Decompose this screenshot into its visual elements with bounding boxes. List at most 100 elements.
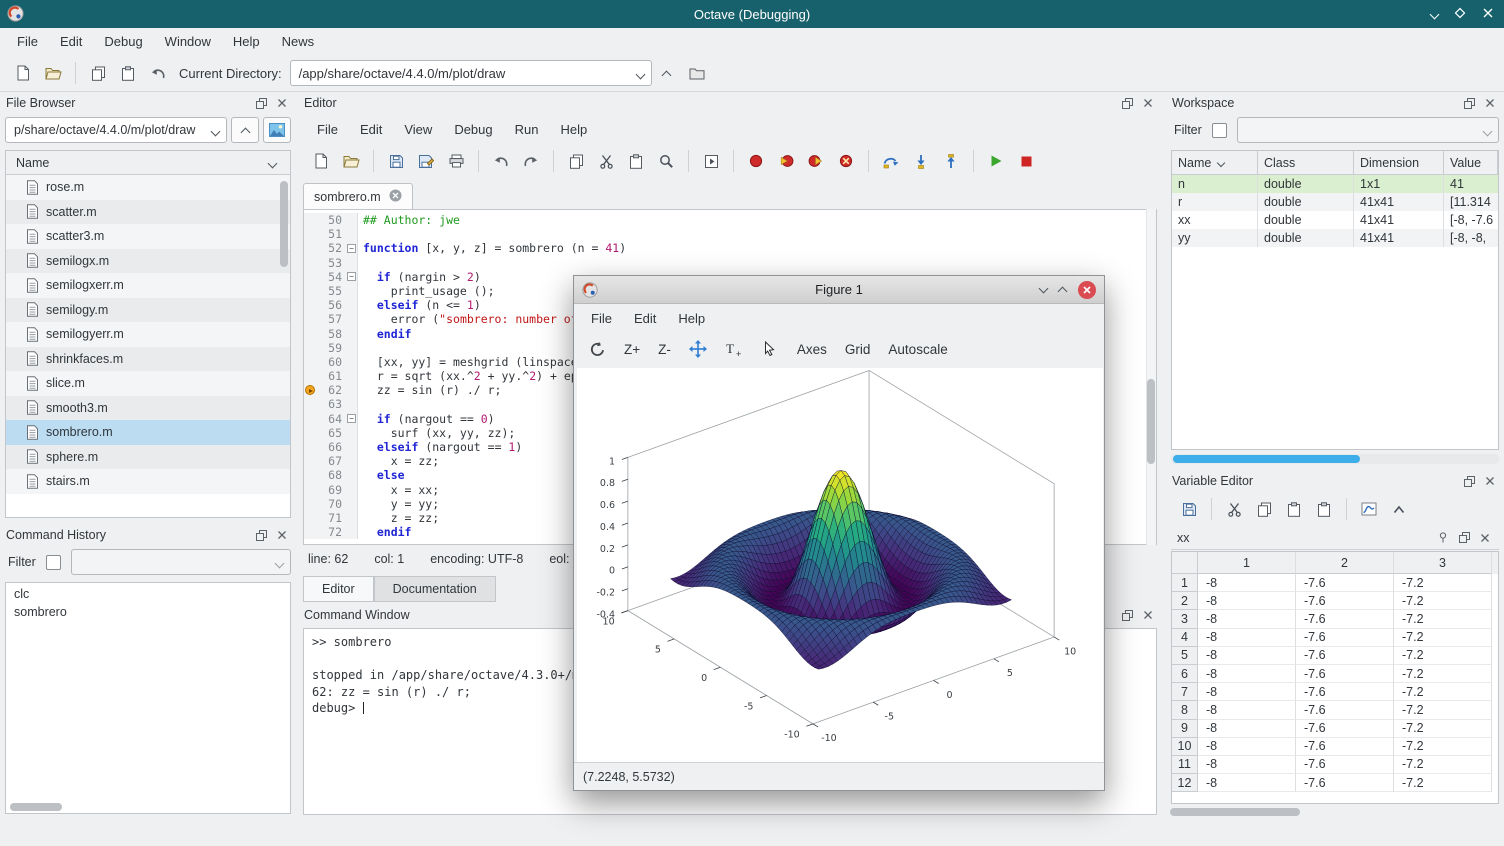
main-undo-button[interactable]: [143, 59, 173, 87]
variable-tab-xx[interactable]: xx: [1177, 531, 1190, 545]
close-icon[interactable]: [1482, 7, 1494, 22]
browse-directory-button[interactable]: [682, 59, 712, 87]
ve-copy-button[interactable]: [1249, 495, 1279, 523]
main-open-file-button[interactable]: [38, 59, 68, 87]
close-tab-icon[interactable]: [1477, 530, 1493, 546]
variable-cell[interactable]: -7.6: [1296, 629, 1394, 647]
workspace-row-r[interactable]: rdouble41x41[11.314: [1172, 193, 1498, 211]
variable-cell[interactable]: -8: [1198, 774, 1296, 792]
menu-window[interactable]: Window: [154, 30, 222, 53]
variable-cell[interactable]: -7.2: [1394, 629, 1492, 647]
code-line-51[interactable]: 51: [304, 227, 1156, 241]
row-header-6[interactable]: 6: [1172, 665, 1198, 683]
figure-menu-file[interactable]: File: [580, 307, 623, 330]
titlebar[interactable]: Octave (Debugging): [0, 0, 1504, 28]
close-panel-icon[interactable]: [274, 527, 290, 543]
variable-cell[interactable]: -8: [1198, 629, 1296, 647]
editor-stop-button[interactable]: [1011, 147, 1041, 175]
ve-up-button[interactable]: [1384, 495, 1414, 523]
ve-plot-button[interactable]: [1354, 495, 1384, 523]
variable-cell[interactable]: -7.2: [1394, 592, 1492, 610]
history-filter-checkbox[interactable]: [46, 555, 61, 570]
code-line-53[interactable]: 53: [304, 256, 1156, 270]
variable-cell[interactable]: -7.6: [1296, 610, 1394, 628]
figure-axes-button[interactable]: Axes: [791, 339, 833, 360]
figure-menu-help[interactable]: Help: [667, 307, 716, 330]
workspace-table-header[interactable]: Name Class Dimension Value: [1172, 151, 1498, 175]
code-line-50[interactable]: 50## Author: jwe: [304, 213, 1156, 227]
close-panel-icon[interactable]: [1482, 95, 1498, 111]
figure-grid-button[interactable]: Grid: [839, 339, 877, 360]
variable-editor-hscrollbar[interactable]: [1168, 807, 1502, 817]
editor-menu-debug[interactable]: Debug: [443, 118, 503, 141]
workspace-row-xx[interactable]: xxdouble41x41[-8, -7.6: [1172, 211, 1498, 229]
variable-cell[interactable]: -8: [1198, 683, 1296, 701]
figure-plot-area[interactable]: [577, 368, 1103, 764]
float-panel-icon[interactable]: [1119, 95, 1135, 111]
editor-tab-sombrero[interactable]: sombrero.m: [303, 183, 413, 209]
minimize-icon[interactable]: [1430, 9, 1440, 19]
editor-run-file-button[interactable]: [696, 147, 726, 175]
figure-z--button[interactable]: Z+: [618, 339, 646, 360]
menu-help[interactable]: Help: [222, 30, 271, 53]
editor-copy-button[interactable]: [561, 147, 591, 175]
row-header-4[interactable]: 4: [1172, 629, 1198, 647]
variable-cell[interactable]: -7.2: [1394, 574, 1492, 592]
variable-cell[interactable]: -7.2: [1394, 647, 1492, 665]
editor-continue-button[interactable]: [981, 147, 1011, 175]
variable-cell[interactable]: -7.6: [1296, 574, 1394, 592]
column-header-3[interactable]: 3: [1394, 552, 1492, 574]
menu-news[interactable]: News: [271, 30, 326, 53]
workspace-filter-combo[interactable]: [1237, 117, 1499, 143]
float-panel-icon[interactable]: [253, 95, 269, 111]
close-panel-icon[interactable]: [1140, 607, 1156, 623]
figure-menu-edit[interactable]: Edit: [623, 307, 667, 330]
history-hscrollbar[interactable]: [8, 802, 288, 812]
figure-pointer-button[interactable]: [755, 335, 785, 363]
float-panel-icon[interactable]: [1461, 473, 1477, 489]
variable-cell[interactable]: -7.2: [1394, 665, 1492, 683]
float-panel-icon[interactable]: [1461, 95, 1477, 111]
float-panel-icon[interactable]: [1119, 607, 1135, 623]
variable-cell[interactable]: -7.6: [1296, 647, 1394, 665]
maximize-icon[interactable]: [1058, 286, 1068, 296]
history-item-sombrero[interactable]: sombrero: [6, 603, 290, 621]
row-header-3[interactable]: 3: [1172, 610, 1198, 628]
variable-cell[interactable]: -8: [1198, 720, 1296, 738]
main-paste-button[interactable]: [113, 59, 143, 87]
editor-save-as-button[interactable]: [411, 147, 441, 175]
file-list-header[interactable]: Name: [6, 151, 290, 175]
editor-menu-file[interactable]: File: [306, 118, 349, 141]
variable-cell[interactable]: -7.2: [1394, 701, 1492, 719]
editor-menu-run[interactable]: Run: [504, 118, 550, 141]
editor-next-breakpoint-button[interactable]: [801, 147, 831, 175]
file-row-scatter3.m[interactable]: scatter3.m: [6, 224, 290, 249]
editor-paste-button[interactable]: [621, 147, 651, 175]
variable-cell[interactable]: -7.6: [1296, 665, 1394, 683]
variable-cell[interactable]: -8: [1198, 610, 1296, 628]
row-header-11[interactable]: 11: [1172, 756, 1198, 774]
file-row-semilogx.m[interactable]: semilogx.m: [6, 249, 290, 274]
close-panel-icon[interactable]: [274, 95, 290, 111]
editor-menu-view[interactable]: View: [393, 118, 443, 141]
variable-cell[interactable]: -8: [1198, 738, 1296, 756]
file-row-scatter.m[interactable]: scatter.m: [6, 200, 290, 225]
file-row-sphere.m[interactable]: sphere.m: [6, 445, 290, 470]
minimize-icon[interactable]: [1039, 284, 1049, 294]
tab-editor[interactable]: Editor: [303, 576, 374, 602]
file-row-shrinkfaces.m[interactable]: shrinkfaces.m: [6, 347, 290, 372]
figure-text-tool-button[interactable]: T+: [719, 335, 749, 363]
row-header-5[interactable]: 5: [1172, 647, 1198, 665]
code-line-52[interactable]: 52−function [x, y, z] = sombrero (n = 41…: [304, 241, 1156, 255]
editor-prev-breakpoint-button[interactable]: [771, 147, 801, 175]
workspace-hscrollbar[interactable]: [1171, 454, 1499, 464]
workspace-row-n[interactable]: ndouble1x141: [1172, 175, 1498, 193]
variable-cell[interactable]: -7.2: [1394, 756, 1492, 774]
menu-edit[interactable]: Edit: [49, 30, 93, 53]
file-row-semilogy.m[interactable]: semilogy.m: [6, 298, 290, 323]
variable-cell[interactable]: -7.6: [1296, 683, 1394, 701]
tab-documentation[interactable]: Documentation: [374, 576, 496, 602]
variable-cell[interactable]: -8: [1198, 574, 1296, 592]
directory-up-button[interactable]: [652, 59, 682, 87]
variable-cell[interactable]: -7.6: [1296, 756, 1394, 774]
